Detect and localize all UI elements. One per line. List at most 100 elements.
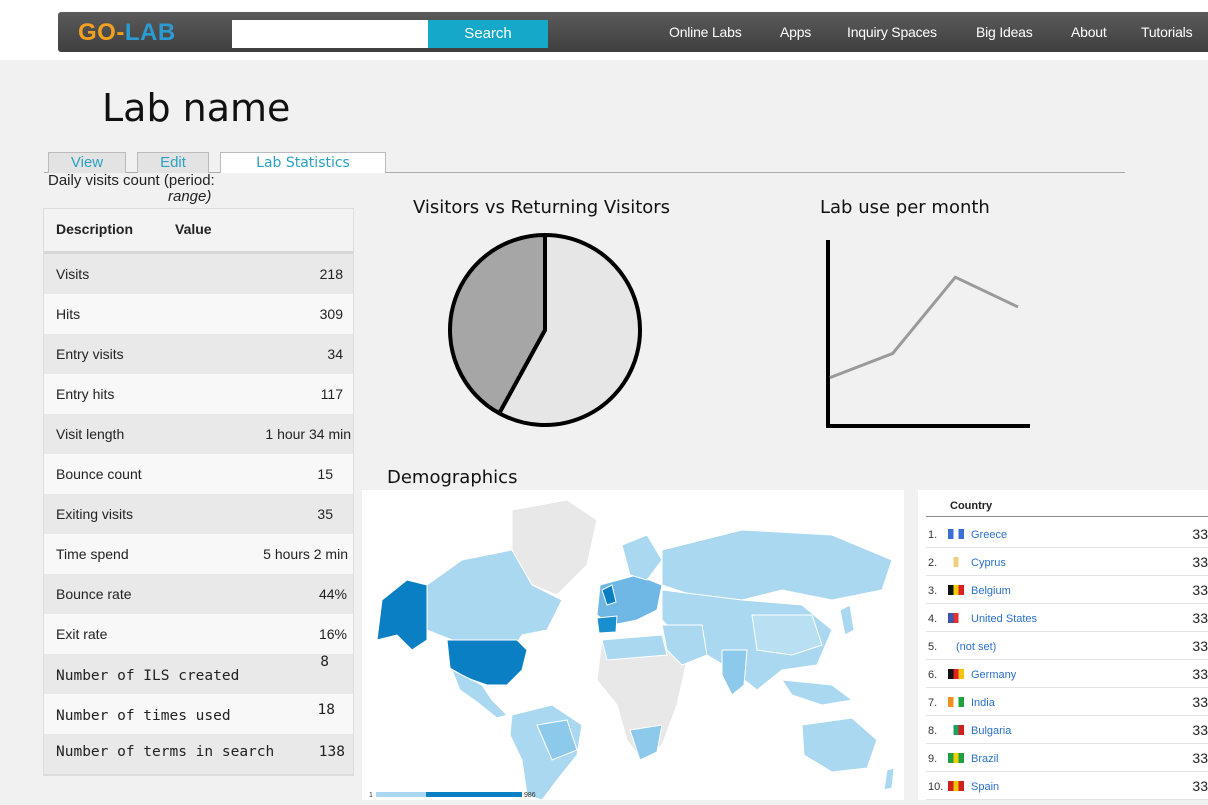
map-region-russia bbox=[661, 529, 893, 601]
period-label: Daily visits count (period: range) bbox=[48, 173, 258, 205]
row-value: 218 bbox=[319, 266, 343, 282]
country-link[interactable]: Brazil bbox=[971, 753, 999, 765]
country-link[interactable]: Germany bbox=[971, 669, 1016, 681]
row-value: 1 hour 34 min bbox=[265, 426, 351, 442]
row-label: Bounce count bbox=[56, 466, 142, 482]
search-input[interactable] bbox=[232, 20, 428, 48]
map-region-south-africa bbox=[629, 724, 663, 761]
country-rank: 7. bbox=[928, 697, 938, 709]
country-count: 33 bbox=[1192, 582, 1208, 598]
logo-dash: - bbox=[116, 19, 125, 46]
stats-table: Description Value Visits 218 Hits 309 Entr… bbox=[43, 208, 354, 776]
country-link[interactable]: Cyprus bbox=[971, 557, 1006, 569]
nav-big-ideas[interactable]: Big Ideas bbox=[976, 24, 1033, 40]
table-row: Bounce rate 44% bbox=[44, 574, 353, 615]
country-count: 33 bbox=[1192, 750, 1208, 766]
nav-tutorials[interactable]: Tutorials bbox=[1141, 24, 1193, 40]
row-value: 309 bbox=[319, 306, 343, 322]
row-divider bbox=[926, 771, 1208, 772]
country-header-line bbox=[926, 516, 1208, 517]
flag-icon bbox=[948, 613, 964, 623]
map-scale-min: 1 bbox=[369, 792, 373, 799]
tab-lab-statistics[interactable]: Lab Statistics bbox=[220, 152, 386, 173]
country-rank: 9. bbox=[928, 753, 938, 765]
table-row: Number of terms in search 138 bbox=[44, 734, 353, 775]
table-row: Hits 309 bbox=[44, 294, 353, 335]
map-scale-bar-light bbox=[376, 792, 426, 797]
row-label: Bounce rate bbox=[56, 586, 132, 602]
country-row: 3. Belgium 33 bbox=[918, 577, 1208, 604]
flag-icon bbox=[948, 529, 964, 539]
map-region-china bbox=[751, 614, 823, 656]
flag-icon bbox=[948, 697, 964, 707]
table-row: Entry hits 117 bbox=[44, 374, 353, 415]
search-button[interactable]: Search bbox=[428, 20, 548, 48]
row-divider bbox=[926, 547, 1208, 548]
row-value: 8 bbox=[320, 654, 329, 670]
flag-icon bbox=[948, 781, 964, 791]
nav-inquiry-spaces[interactable]: Inquiry Spaces bbox=[847, 24, 937, 40]
row-value: 16% bbox=[318, 626, 347, 642]
country-row: 5. (not set) 33 bbox=[918, 633, 1208, 660]
row-label: Number of terms in search bbox=[56, 744, 275, 760]
country-link[interactable]: India bbox=[971, 697, 995, 709]
period-text: Daily visits count (period: bbox=[48, 172, 215, 189]
nav-online-labs[interactable]: Online Labs bbox=[669, 24, 742, 40]
map-region-north-africa bbox=[601, 634, 668, 661]
col-description: Description bbox=[56, 221, 134, 237]
line-chart-axes bbox=[826, 240, 1030, 428]
tab-edit[interactable]: Edit bbox=[137, 152, 209, 173]
row-divider bbox=[926, 575, 1208, 576]
map-region-new-zealand bbox=[883, 767, 895, 791]
row-divider bbox=[926, 687, 1208, 688]
nav-apps[interactable]: Apps bbox=[780, 24, 811, 40]
row-divider bbox=[926, 603, 1208, 604]
country-link[interactable]: United States bbox=[971, 613, 1037, 625]
map-region-australia bbox=[801, 717, 878, 773]
country-header: Country bbox=[950, 500, 993, 512]
table-row: Number of ILS created 8 bbox=[44, 654, 353, 695]
country-link[interactable]: Belgium bbox=[971, 585, 1011, 597]
stats-header: Description Value bbox=[44, 209, 353, 254]
tab-view[interactable]: View bbox=[48, 152, 126, 173]
top-bar: GO-LAB Search Online Labs Apps Inquiry S… bbox=[0, 0, 1208, 60]
country-link[interactable]: Bulgaria bbox=[971, 725, 1011, 737]
country-row: 8. Bulgaria 33 bbox=[918, 717, 1208, 744]
row-divider bbox=[926, 659, 1208, 660]
row-value: 138 bbox=[318, 744, 345, 760]
row-value: 44% bbox=[318, 586, 347, 602]
table-row: Bounce count 15 bbox=[44, 454, 353, 495]
country-rank: 6. bbox=[928, 669, 938, 681]
country-row: 4. United States 33 bbox=[918, 605, 1208, 632]
pie-chart-title: Visitors vs Returning Visitors bbox=[413, 197, 671, 218]
col-value: Value bbox=[175, 221, 212, 237]
country-rank: 3. bbox=[928, 585, 938, 597]
country-row: 9. Brazil 33 bbox=[918, 745, 1208, 772]
country-link[interactable]: Spain bbox=[971, 781, 999, 793]
row-value: 117 bbox=[320, 386, 343, 402]
country-rank: 1. bbox=[928, 529, 938, 541]
country-link[interactable]: (not set) bbox=[956, 641, 996, 653]
table-row: Time spend 5 hours 2 min bbox=[44, 534, 353, 575]
country-row: 2. Cyprus 33 bbox=[918, 549, 1208, 576]
row-divider bbox=[926, 715, 1208, 716]
country-count: 33 bbox=[1192, 694, 1208, 710]
line-series bbox=[829, 275, 1019, 380]
row-label: Exiting visits bbox=[56, 506, 134, 522]
country-row: 7. India 33 bbox=[918, 689, 1208, 716]
logo[interactable]: GO-LAB bbox=[78, 19, 176, 47]
world-map[interactable]: 1 986 bbox=[362, 490, 904, 801]
table-row: Entry visits 34 bbox=[44, 334, 353, 375]
country-table: Country 1. Greece 33 2. Cyprus 33 3. Belgium 33 4… bbox=[918, 490, 1208, 800]
map-scale-max: 986 bbox=[524, 792, 536, 799]
row-divider bbox=[926, 631, 1208, 632]
country-link[interactable]: Greece bbox=[971, 529, 1007, 541]
country-count: 33 bbox=[1192, 722, 1208, 738]
row-value: 5 hours 2 min bbox=[263, 546, 348, 562]
nav-about[interactable]: About bbox=[1071, 24, 1107, 40]
country-row: 10. Spain 33 bbox=[918, 773, 1208, 800]
map-region-scandinavia bbox=[621, 534, 663, 581]
flag-icon bbox=[948, 585, 964, 595]
row-label: Time spend bbox=[56, 546, 129, 562]
country-rank: 4. bbox=[928, 613, 938, 625]
